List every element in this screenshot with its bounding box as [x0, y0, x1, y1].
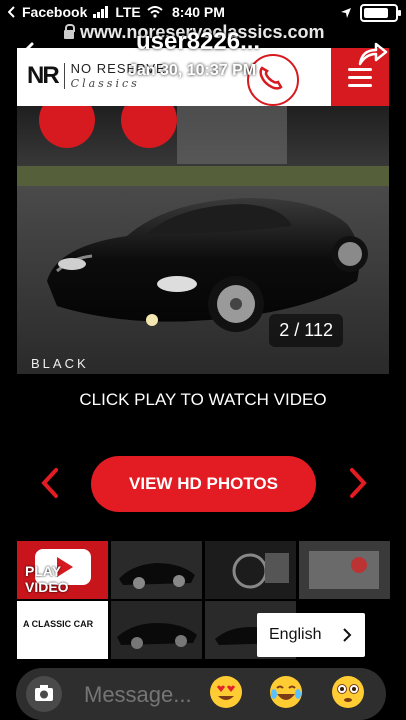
- gallery-thumbnail[interactable]: [205, 541, 296, 599]
- language-selector[interactable]: English: [257, 613, 365, 657]
- status-time: 8:40 PM: [172, 4, 225, 20]
- camera-icon: [35, 685, 53, 701]
- hamburger-line: [348, 76, 372, 79]
- classic-car-label: A CLASSIC CAR: [23, 619, 94, 629]
- view-hd-photos-button[interactable]: VIEW HD PHOTOS: [91, 456, 316, 512]
- interior-thumbnail-image: [205, 541, 296, 599]
- classic-car-thumbnail[interactable]: A CLASSIC CAR: [17, 601, 108, 659]
- chevron-left-icon[interactable]: [36, 466, 64, 500]
- message-bar: [16, 668, 386, 720]
- gallery-thumbnail[interactable]: [111, 541, 202, 599]
- story-date: Jan 30, 10:37 PM: [128, 62, 257, 79]
- back-arrow-icon[interactable]: [14, 40, 42, 68]
- car-thumbnail-image: [111, 541, 202, 599]
- chevron-right-icon[interactable]: [344, 466, 372, 500]
- story-username[interactable]: user8226...: [136, 28, 260, 56]
- status-right: [340, 4, 401, 22]
- gallery-thumbnail[interactable]: [299, 541, 390, 599]
- car-thumbnail-image: [111, 601, 202, 659]
- battery-icon: [360, 4, 401, 22]
- laughing-emoji-icon[interactable]: [268, 674, 304, 710]
- hamburger-line: [348, 68, 372, 71]
- play-video-label: PLAY VIDEO: [25, 563, 69, 595]
- play-video-thumbnail[interactable]: PLAY VIDEO: [17, 541, 108, 599]
- engine-thumbnail-image: [299, 541, 390, 599]
- heart-eyes-emoji-icon[interactable]: [208, 674, 244, 710]
- lock-icon: [64, 24, 75, 39]
- brand-caption: BLACK: [31, 356, 89, 371]
- camera-button[interactable]: [26, 676, 62, 712]
- network-type: LTE: [115, 4, 141, 20]
- signal-icon: [93, 6, 109, 18]
- status-left: Facebook LTE: [8, 4, 163, 20]
- status-bar: Facebook LTE 8:40 PM: [0, 0, 406, 26]
- hero-photo[interactable]: 2 / 112 BLACK: [17, 106, 389, 374]
- language-label: English: [269, 626, 322, 643]
- carrier-label[interactable]: Facebook: [22, 4, 87, 20]
- hamburger-line: [348, 84, 372, 87]
- share-icon[interactable]: [356, 38, 388, 68]
- location-arrow-icon: [341, 8, 351, 18]
- flushed-emoji-icon[interactable]: [330, 674, 366, 710]
- chevron-right-icon: [343, 628, 352, 642]
- photo-counter: 2 / 112: [269, 314, 343, 347]
- message-input[interactable]: [82, 681, 196, 709]
- logo-divider: [63, 63, 65, 89]
- video-prompt: CLICK PLAY TO WATCH VIDEO: [79, 390, 327, 409]
- back-to-app-icon: [8, 6, 15, 18]
- wifi-icon: [147, 6, 163, 18]
- gallery-thumbnail[interactable]: [111, 601, 202, 659]
